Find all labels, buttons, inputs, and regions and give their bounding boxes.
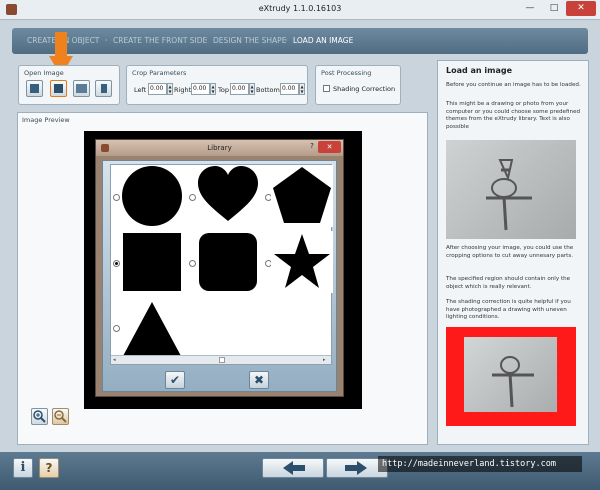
help-question-button[interactable]: ? (39, 458, 59, 478)
open-file-button[interactable] (26, 80, 43, 97)
post-processing-label: Post Processing (321, 69, 372, 77)
scroll-right-arrow-icon[interactable]: ▸ (323, 357, 329, 363)
library-close-button[interactable]: ✕ (318, 141, 341, 153)
scroll-left-arrow-icon[interactable]: ◂ (113, 357, 119, 363)
zoom-in-button[interactable] (31, 408, 48, 425)
step-separator: · (205, 36, 208, 45)
info-button[interactable]: i (13, 458, 33, 478)
shape-heart[interactable] (197, 165, 259, 227)
wizard-steps: CREATE AN OBJECT · CREATE THE FRONT SIDE… (12, 28, 588, 54)
shape-radio-triangle[interactable] (113, 325, 120, 332)
star-shape-icon (274, 234, 330, 288)
help-panel: Load an image Before you continue an ima… (437, 60, 589, 445)
zoom-out-icon (54, 410, 67, 423)
image-preview-label: Image Preview (22, 116, 70, 124)
shape-radio-rounded-square[interactable] (189, 260, 196, 267)
library-icon (54, 84, 63, 93)
cropped-region (464, 337, 557, 412)
step-create-front-side[interactable]: CREATE THE FRONT SIDE (113, 36, 207, 45)
ankh-drawing-icon (486, 159, 532, 231)
shape-list[interactable]: ◂ ▸ (110, 164, 333, 365)
shape-rounded-square[interactable] (197, 231, 259, 293)
bottom-bar: i ? http://madeinneverland.tistory.com (0, 452, 600, 490)
back-button[interactable] (262, 458, 324, 478)
step-design-shape[interactable]: DESIGN THE SHAPE (213, 36, 286, 45)
help-paragraph-5: The shading correction is quite helpful … (446, 299, 571, 321)
shading-correction-checkbox[interactable] (323, 85, 330, 92)
shape-pentagon[interactable] (271, 165, 333, 227)
library-title: Library (207, 144, 232, 152)
ok-button[interactable]: ✔ (165, 371, 185, 389)
crop-right-input[interactable]: 0.00 (191, 83, 210, 95)
triangle-shape-icon (123, 302, 181, 356)
shape-list-scrollbar[interactable]: ◂ ▸ (111, 355, 331, 364)
arrow-left-icon (283, 461, 305, 475)
open-library-button[interactable] (50, 80, 67, 97)
crop-bottom-label: Bottom (256, 86, 280, 94)
library-dialog-body: ◂ ▸ ✔ ✖ (102, 160, 337, 392)
maximize-button[interactable]: □ (543, 1, 565, 16)
step-separator: · (285, 36, 288, 45)
shape-radio-square[interactable] (113, 260, 120, 267)
shading-correction-label: Shading Correction (333, 85, 396, 93)
crop-top-label: Top (218, 86, 229, 94)
ankh-cropped-icon (492, 356, 534, 408)
open-image-label: Open Image (24, 69, 64, 77)
square-shape-icon (123, 233, 181, 291)
crop-bottom-input[interactable]: 0.00 (280, 83, 299, 95)
step-load-image[interactable]: LOAD AN IMAGE (293, 36, 353, 45)
crop-left-input[interactable]: 0.00 (148, 83, 167, 95)
crop-right-label: Right (174, 86, 192, 94)
crop-example-photo (446, 327, 576, 426)
shape-radio-heart[interactable] (189, 194, 196, 201)
close-button[interactable]: ✕ (566, 1, 596, 16)
crop-bottom-spinner[interactable]: ▲ ▼ (299, 83, 305, 95)
text-image-button[interactable] (73, 80, 90, 97)
help-paragraph-4: The specified region should contain only… (446, 276, 571, 290)
library-dialog: Library ? ✕ ◂ ▸ ✔ ✖ (95, 139, 344, 397)
cancel-button[interactable]: ✖ (249, 371, 269, 389)
help-button[interactable]: ? (308, 142, 316, 153)
title-bar: eXtrudy 1.1.0.16103 — □ ✕ (0, 0, 600, 20)
shape-radio-circle[interactable] (113, 194, 120, 201)
example-photo (446, 140, 576, 239)
shape-circle[interactable] (121, 165, 183, 227)
watermark: http://madeinneverland.tistory.com (378, 456, 582, 472)
heart-shape-icon (198, 166, 258, 221)
bookmark-icon (101, 84, 107, 93)
scroll-thumb[interactable] (219, 357, 225, 363)
zoom-in-icon (33, 410, 46, 423)
text-icon (76, 84, 87, 93)
help-paragraph-3: After choosing your image, you could use… (446, 245, 574, 259)
minimize-button[interactable]: — (518, 1, 542, 16)
circle-shape-icon (122, 166, 182, 226)
help-paragraph-1: Before you continue an image has to be l… (446, 82, 581, 88)
open-file-icon (30, 84, 39, 93)
crop-left-label: Left (134, 86, 147, 94)
crop-top-spinner[interactable]: ▲ ▼ (249, 83, 255, 95)
shape-triangle[interactable] (121, 298, 183, 360)
bookmark-button[interactable] (95, 80, 112, 97)
crop-top-input[interactable]: 0.00 (230, 83, 249, 95)
crop-parameters-label: Crop Parameters (132, 69, 187, 77)
zoom-out-button[interactable] (52, 408, 69, 425)
shape-star[interactable] (271, 231, 333, 293)
crop-right-spinner[interactable]: ▲ ▼ (210, 83, 216, 95)
crop-left-spinner[interactable]: ▲ ▼ (167, 83, 173, 95)
help-paragraph-2: This might be a drawing or photo from yo… (446, 101, 581, 130)
shape-square[interactable] (121, 231, 183, 293)
help-title: Load an image (446, 66, 513, 75)
library-dialog-titlebar: Library ? ✕ (96, 140, 343, 156)
pentagon-shape-icon (273, 167, 331, 223)
step-separator: · (105, 36, 108, 45)
rounded-square-shape-icon (199, 233, 257, 291)
window-title: eXtrudy 1.1.0.16103 (258, 4, 342, 13)
